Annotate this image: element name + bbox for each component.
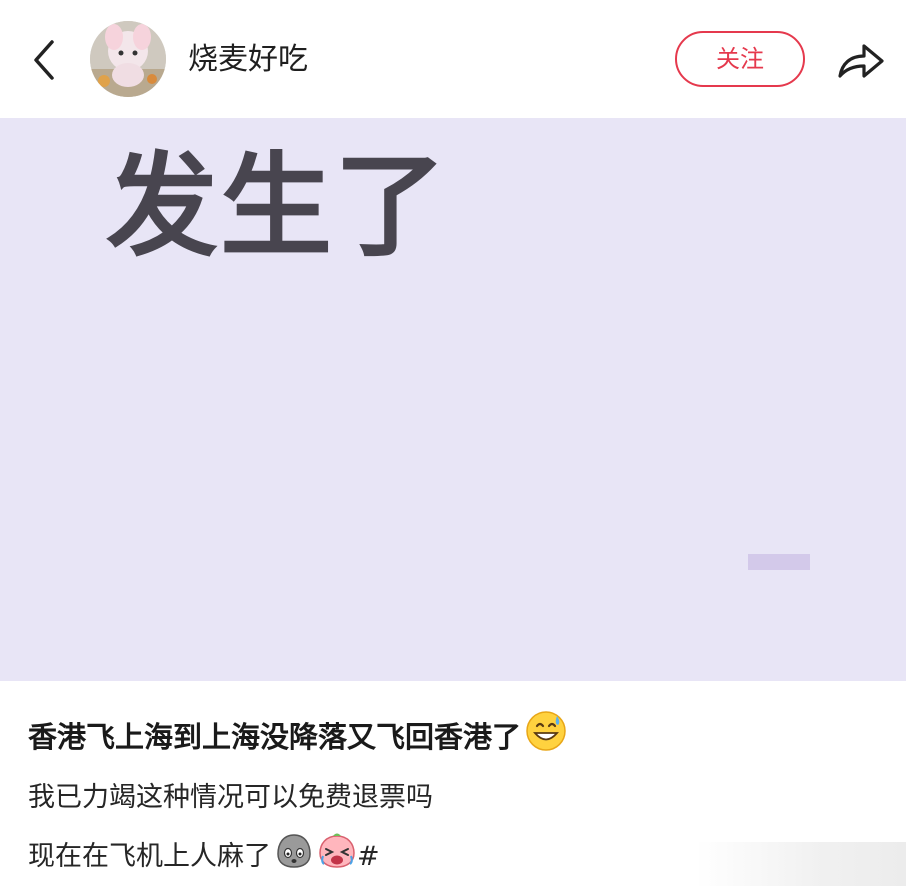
post-body-line-2: 现在在飞机上人麻了 [28,841,271,872]
post-body-line-1: 我已力竭这种情况可以免费退票吗 [28,782,433,813]
post-body-line: 我已力竭这种情况可以免费退票吗 [28,778,433,818]
pink-crying-emoji-icon [317,832,357,882]
avatar[interactable] [90,21,166,97]
chevron-left-icon [34,40,54,80]
top-bar: 烧麦好吃 关注 [0,0,906,118]
follow-button[interactable]: 关注 [675,31,805,87]
share-icon [838,44,884,78]
post-image[interactable]: 发生了 [0,118,906,681]
image-overlay-text: 发生了 [106,142,448,272]
share-button[interactable] [832,36,888,84]
back-button[interactable] [26,36,66,84]
hashtag-symbol[interactable]: # [357,837,380,877]
username[interactable]: 烧麦好吃 [188,40,308,80]
avatar-image [90,21,166,97]
ghost-face-emoji-icon [275,832,313,882]
grinning-sweat-emoji-icon [525,710,567,763]
post-title-text: 香港飞上海到上海没降落又飞回香港了 [28,719,522,754]
post-body-line: 现在在飞机上人麻了 # [28,832,380,882]
bottom-fade-overlay [696,842,906,886]
image-watermark-mark [748,554,810,570]
post-title: 香港飞上海到上海没降落又飞回香港了 [28,710,567,763]
